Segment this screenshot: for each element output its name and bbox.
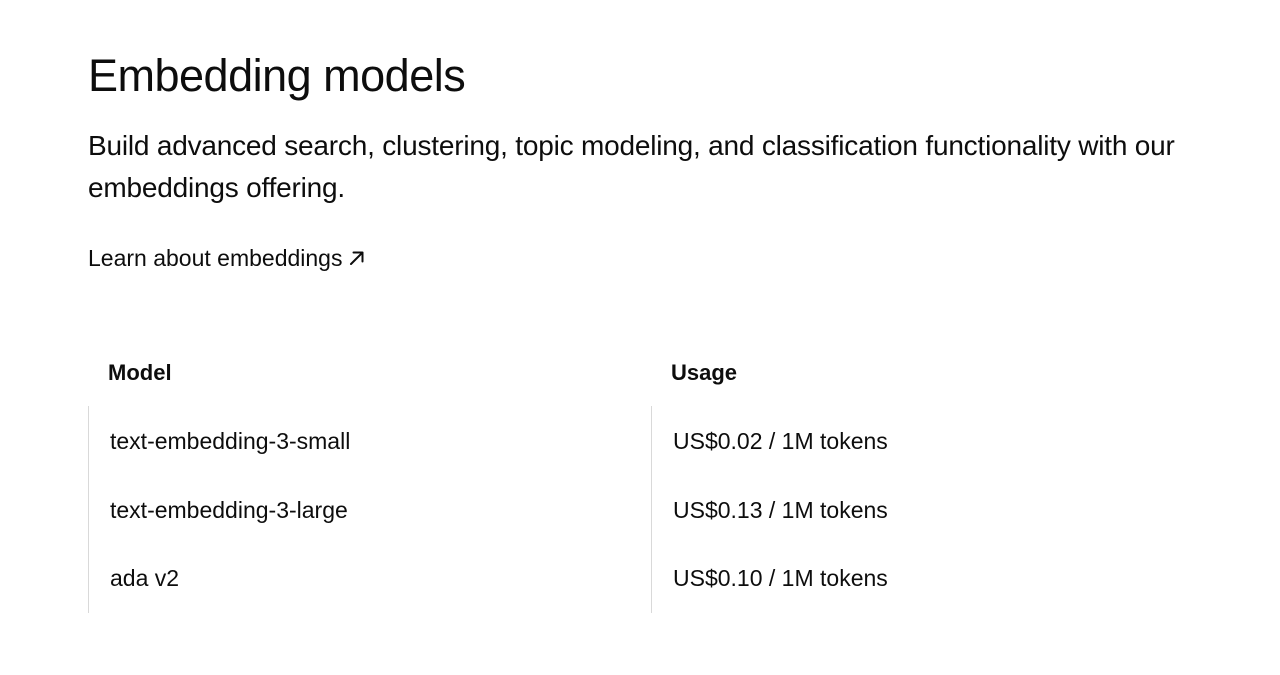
section-description: Build advanced search, clustering, topic… [88, 130, 1175, 203]
usage-column-header: Usage [671, 360, 738, 385]
arrow-up-right-icon [348, 249, 366, 267]
section-title: Embedding models [88, 50, 466, 101]
learn-link-label: Learn about embeddings [88, 245, 343, 271]
usage-cell: US$0.13 / 1M tokens [673, 497, 888, 523]
model-cell: text-embedding-3-small [110, 428, 351, 454]
model-column-body: text-embedding-3-small text-embedding-3-… [88, 406, 652, 613]
usage-column-body: US$0.02 / 1M tokens US$0.13 / 1M tokens … [651, 406, 1229, 613]
model-column-header: Model [108, 360, 172, 385]
learn-about-embeddings-link[interactable]: Learn about embeddings [88, 241, 366, 275]
model-cell: ada v2 [110, 565, 180, 591]
model-cell: text-embedding-3-large [110, 497, 348, 523]
usage-cell: US$0.02 / 1M tokens [673, 428, 888, 454]
usage-cell: US$0.10 / 1M tokens [673, 565, 888, 591]
